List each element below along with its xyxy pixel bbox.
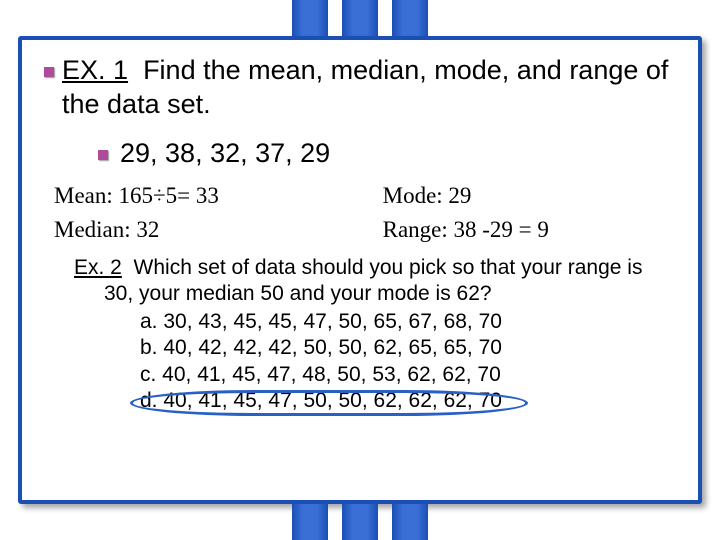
decor-bar bbox=[392, 504, 428, 540]
stats-row-2: Median: 32 Range: 38 -29 = 9 bbox=[44, 217, 676, 243]
content-frame: EX. 1 Find the mean, median, mode, and r… bbox=[18, 36, 702, 504]
option-a: a. 30, 43, 45, 45, 47, 50, 65, 67, 68, 7… bbox=[140, 309, 676, 335]
bullet-icon bbox=[98, 150, 108, 160]
options-list: a. 30, 43, 45, 45, 47, 50, 65, 67, 68, 7… bbox=[74, 309, 676, 414]
decor-bar bbox=[292, 504, 328, 540]
mode-text: Mode: 29 bbox=[373, 183, 676, 209]
bullet-icon bbox=[44, 67, 54, 77]
slide: EX. 1 Find the mean, median, mode, and r… bbox=[0, 0, 720, 540]
example-2: Ex. 2 Which set of data should you pick … bbox=[44, 255, 676, 415]
top-decor-bars bbox=[292, 0, 428, 36]
ex1-text: Find the mean, median, mode, and range o… bbox=[62, 55, 668, 119]
option-b: b. 40, 42, 42, 42, 50, 50, 62, 65, 65, 7… bbox=[140, 335, 676, 361]
decor-bar bbox=[342, 504, 378, 540]
ex2-text: Which set of data should you pick so tha… bbox=[104, 256, 642, 305]
decor-bar bbox=[392, 0, 428, 36]
decor-bar bbox=[342, 0, 378, 36]
mean-text: Mean: 165÷5= 33 bbox=[44, 183, 373, 209]
option-d: d. 40, 41, 45, 47, 50, 50, 62, 62, 62, 7… bbox=[140, 388, 676, 414]
decor-bar bbox=[292, 0, 328, 36]
ex1-lead: EX. 1 bbox=[62, 55, 128, 85]
bottom-decor-bars bbox=[292, 504, 428, 540]
dataset-line: 29, 38, 32, 37, 29 bbox=[44, 138, 676, 169]
range-text: Range: 38 -29 = 9 bbox=[373, 217, 676, 243]
option-c: c. 40, 41, 45, 47, 48, 50, 53, 62, 62, 7… bbox=[140, 362, 676, 388]
median-text: Median: 32 bbox=[44, 217, 373, 243]
ex2-question: Ex. 2 Which set of data should you pick … bbox=[74, 255, 676, 308]
dataset-values: 29, 38, 32, 37, 29 bbox=[120, 138, 330, 168]
stats-row-1: Mean: 165÷5= 33 Mode: 29 bbox=[44, 183, 676, 209]
example-1: EX. 1 Find the mean, median, mode, and r… bbox=[44, 54, 676, 122]
ex2-lead: Ex. 2 bbox=[74, 256, 122, 279]
